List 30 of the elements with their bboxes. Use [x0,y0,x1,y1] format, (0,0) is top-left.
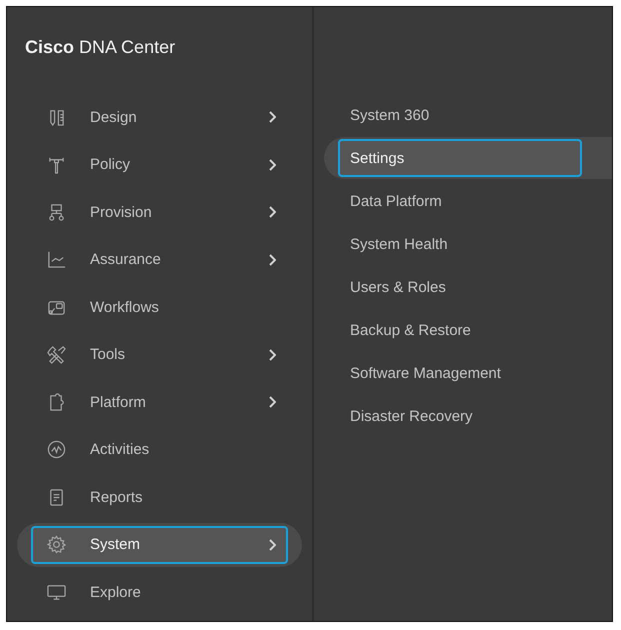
line-chart-icon [47,250,66,269]
monitor-icon [47,582,66,602]
nav-item[interactable]: Assurance [31,240,288,278]
nav-item[interactable]: Explore [31,573,288,611]
nav-item[interactable]: System [31,526,288,564]
nav-item[interactable]: Reports [31,478,288,516]
nav-item[interactable]: Workflows [31,288,288,326]
tools-icon [47,345,66,364]
submenu-item[interactable]: Users & Roles [338,268,582,306]
submenu-item[interactable]: Settings [338,139,582,177]
submenu-item[interactable]: Disaster Recovery [338,397,582,435]
document-icon [47,488,66,506]
hierarchy-icon [47,202,66,222]
submenu-item[interactable]: System Health [338,225,582,263]
nav-item[interactable]: Activities [31,430,288,468]
submenu-item[interactable]: System 360 [338,96,582,134]
puzzle-icon [47,392,66,412]
submenu-item[interactable]: Backup & Restore [338,311,582,349]
nav-item[interactable]: Tools [31,336,288,374]
design-icon [47,108,66,126]
submenu-item[interactable]: Data Platform [338,182,582,220]
nav-item[interactable]: Platform [31,383,288,421]
submenu-item[interactable]: Software Management [338,354,582,392]
activity-icon [47,440,66,459]
gear-icon [47,535,66,554]
gavel-icon [47,155,66,174]
nav-item[interactable]: Provision [31,193,288,231]
app-title: Cisco DNA Center [25,37,176,58]
nav-item[interactable]: Policy [31,146,288,184]
nav-item[interactable]: Design [31,98,288,136]
